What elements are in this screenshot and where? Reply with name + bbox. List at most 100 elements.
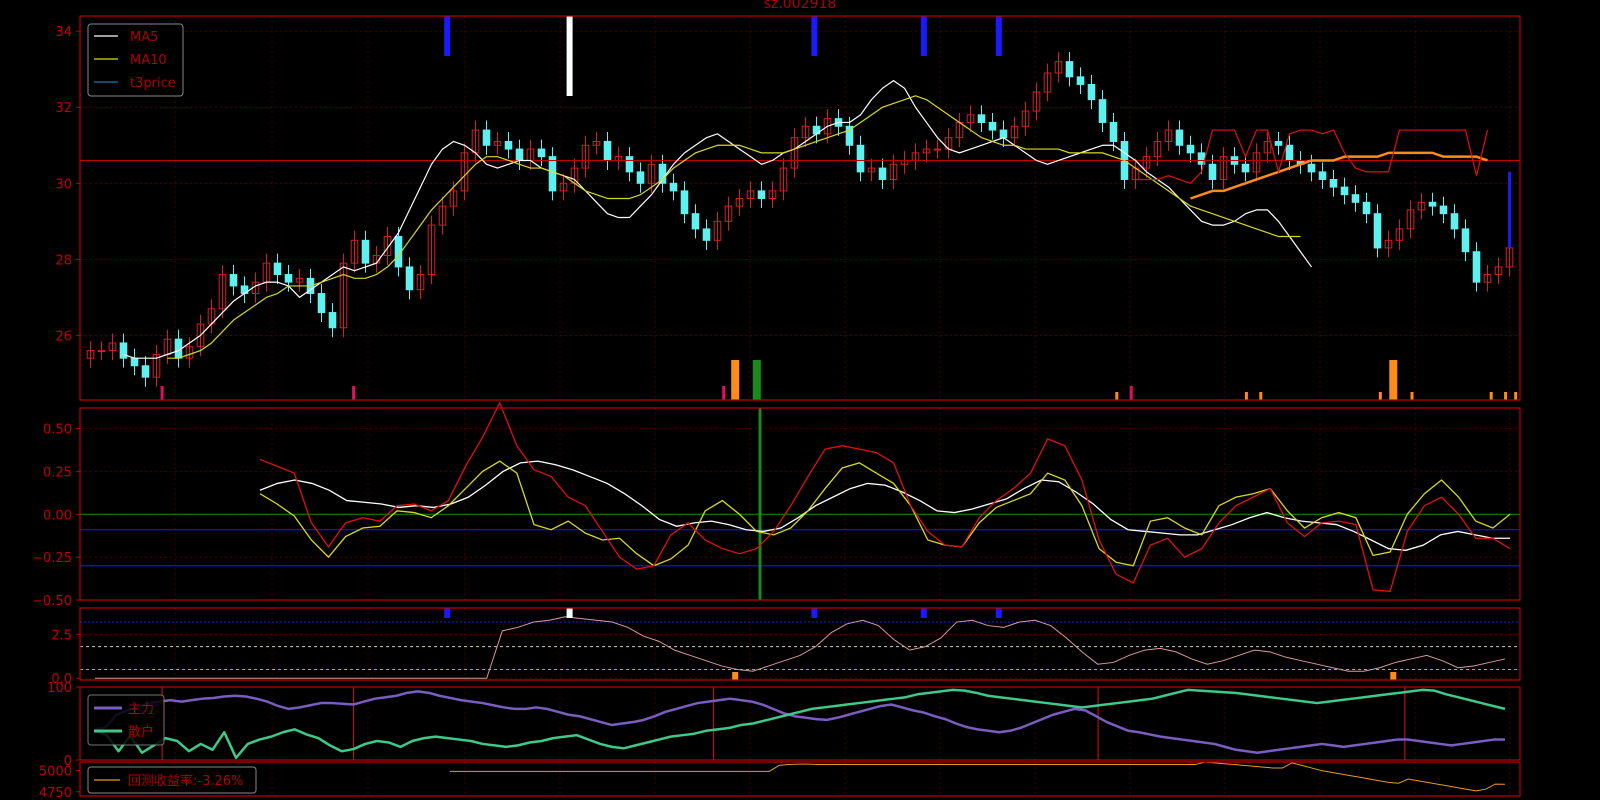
- indicator-signal: [444, 608, 451, 618]
- signal-bar: [566, 16, 573, 96]
- candle-body: [1109, 121, 1118, 142]
- signal-bar: [811, 16, 818, 56]
- y-tick-label: 30: [55, 177, 72, 192]
- signal-bar: [444, 16, 451, 56]
- candle-body: [988, 121, 997, 131]
- marker-bar: [1389, 360, 1398, 400]
- candle-body: [1461, 228, 1470, 253]
- candle-body: [625, 156, 634, 173]
- y-tick-label: 5000: [39, 765, 72, 780]
- legend-label: MA5: [130, 30, 158, 45]
- candle-body: [1373, 213, 1382, 249]
- y-tick-label: 2.5: [51, 628, 72, 643]
- marker-bar: [731, 360, 740, 400]
- candle-body: [1318, 171, 1327, 180]
- y-tick-label: 0.50: [43, 423, 72, 438]
- candle-body: [1208, 163, 1217, 180]
- candle-body: [999, 129, 1008, 139]
- signal-bar: [920, 16, 927, 56]
- chart-title: sz.002918: [764, 0, 837, 12]
- candle-body: [1087, 83, 1096, 101]
- backtest-legend-label: 回测收益率:-3.26%: [128, 773, 243, 789]
- candle-body: [273, 262, 282, 276]
- legend-label: t3price: [130, 76, 176, 91]
- candle-body: [1439, 205, 1448, 215]
- candle-body: [1241, 163, 1250, 173]
- candle-body: [1450, 213, 1459, 230]
- end-signal-bar: [1508, 171, 1511, 248]
- y-tick-label: 34: [55, 25, 72, 40]
- candle-body: [878, 167, 887, 180]
- marker-bar: [1378, 392, 1382, 400]
- candle-body: [1340, 186, 1349, 196]
- candle-body: [548, 156, 557, 192]
- marker-bar: [1489, 392, 1493, 400]
- candle-body: [1098, 99, 1107, 123]
- indicator-marker: [1390, 672, 1397, 680]
- indicator-signal: [920, 608, 927, 618]
- candle-body: [504, 140, 513, 150]
- marker-bar: [752, 360, 761, 400]
- stock-chart: sz.002918 26 28 30 32 34 0.50 0.25 0.00 −0.25 −0.…: [0, 0, 1600, 800]
- candle-body: [229, 274, 238, 287]
- candle-body: [669, 182, 678, 192]
- marker-bar: [1514, 392, 1518, 400]
- candle-body: [130, 357, 139, 367]
- marker-bar: [1410, 392, 1414, 400]
- flows-legend-label: 主力: [128, 702, 154, 717]
- candle-body: [757, 190, 766, 199]
- candle-body: [1351, 194, 1360, 203]
- y-tick-label: 4750: [39, 786, 72, 800]
- y-tick-label: −0.50: [32, 594, 72, 609]
- candle-body: [1274, 140, 1283, 146]
- candle-body: [1472, 251, 1481, 283]
- candle-body: [1065, 61, 1074, 78]
- marker-bar: [160, 386, 164, 400]
- candle-body: [284, 274, 293, 283]
- candle-body: [977, 114, 986, 123]
- y-tick-label: 0.25: [43, 465, 72, 480]
- candle-body: [482, 129, 491, 146]
- y-tick-label: 32: [55, 101, 72, 116]
- indicator-marker: [732, 672, 739, 680]
- candle-body: [691, 213, 700, 230]
- y-tick-label: 0.00: [43, 508, 72, 523]
- candle-body: [856, 144, 865, 173]
- candle-body: [537, 148, 546, 158]
- candle-body: [141, 365, 150, 378]
- signal-bar: [995, 16, 1002, 56]
- candle-body: [1285, 144, 1294, 161]
- legend-label: MA10: [130, 53, 167, 68]
- marker-bar: [722, 386, 726, 400]
- candle-body: [680, 190, 689, 215]
- candle-body: [361, 239, 370, 264]
- y-tick-label: 100: [47, 681, 72, 696]
- indicator-signal: [566, 608, 573, 618]
- marker-bar: [1504, 392, 1508, 400]
- candle-body: [933, 148, 942, 151]
- candle-body: [328, 312, 337, 329]
- indicator-signal: [811, 608, 818, 618]
- marker-bar: [1259, 392, 1263, 400]
- marker-bar: [1244, 392, 1248, 400]
- candle-body: [119, 342, 128, 359]
- marker-bar: [1115, 392, 1119, 400]
- candle-body: [1186, 144, 1195, 154]
- candle-body: [317, 293, 326, 314]
- marker-bar: [1129, 386, 1133, 400]
- candle-body: [405, 266, 414, 291]
- candle-body: [1362, 201, 1371, 215]
- y-tick-label: −0.25: [32, 551, 72, 566]
- candle-body: [702, 228, 711, 241]
- y-tick-label: 28: [55, 253, 72, 268]
- y-tick-label: 26: [55, 329, 72, 344]
- marker-bar: [352, 386, 356, 400]
- flows-legend-label: 散户: [128, 724, 154, 740]
- candle-body: [603, 140, 612, 161]
- candle-body: [1428, 201, 1437, 207]
- candle-body: [1329, 178, 1338, 188]
- candle-body: [1307, 163, 1316, 173]
- candle-body: [636, 171, 645, 184]
- candle-body: [1076, 76, 1085, 85]
- candle-body: [1175, 129, 1184, 146]
